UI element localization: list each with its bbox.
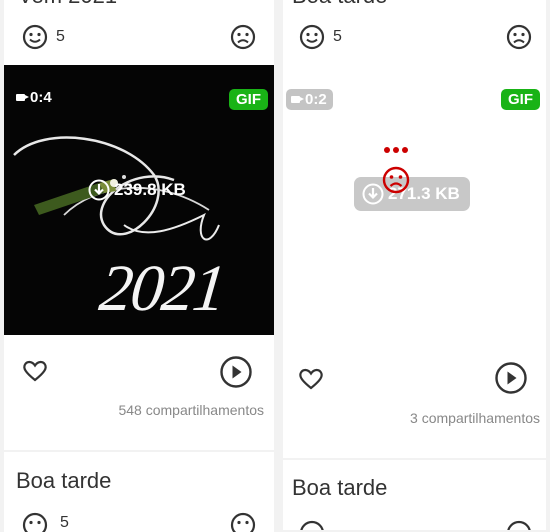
image-year-text: 2021 — [96, 252, 228, 325]
video-camera-icon — [16, 94, 29, 101]
smile-icon[interactable] — [299, 520, 325, 530]
sad-icon[interactable] — [506, 24, 532, 50]
smile-reaction-button[interactable]: 5 — [22, 24, 65, 50]
share-count: 548 compartilhamentos — [118, 402, 264, 418]
smile-icon — [299, 24, 325, 50]
share-count: 3 compartilhamentos — [410, 410, 540, 426]
video-camera-icon — [291, 96, 304, 103]
smile-icon[interactable] — [22, 512, 48, 532]
post-card: Boa tarde 5 0:2 GIF 271.3 KB — [283, 0, 546, 458]
download-button[interactable]: 271.3 KB — [354, 177, 470, 211]
gif-badge: GIF — [501, 89, 540, 110]
heart-icon[interactable] — [298, 367, 324, 391]
post-media-gif[interactable]: 2021 0:4 GIF 239.8 KB — [4, 65, 274, 335]
post-title: Boa tarde — [292, 0, 387, 9]
reaction-count: 5 — [333, 28, 342, 45]
download-button[interactable]: 239.8 KB — [88, 179, 186, 201]
video-duration: 0:4 — [30, 89, 52, 106]
post-media-gif[interactable]: 0:2 GIF 271.3 KB — [283, 65, 546, 335]
reaction-count: 5 — [60, 514, 69, 531]
smile-reaction-button[interactable]: 5 — [299, 24, 342, 50]
post-title: Vem 2021 — [18, 0, 117, 9]
sad-loading-icon — [382, 166, 410, 194]
play-icon[interactable] — [219, 355, 253, 389]
play-icon[interactable] — [494, 361, 528, 395]
video-duration: 0:2 — [305, 91, 327, 108]
post-title: Boa tarde — [16, 468, 112, 493]
post-card: Vem 2021 5 2021 0:4 GIF — [4, 0, 274, 450]
video-duration-badge: 0:2 — [286, 89, 333, 110]
post-title: Boa tarde — [292, 475, 388, 500]
file-size: 239.8 KB — [114, 180, 186, 199]
loading-indicator — [381, 147, 411, 207]
sad-icon[interactable] — [506, 520, 532, 530]
post-card: Boa tarde 5 — [4, 452, 274, 532]
loading-dots-icon — [381, 147, 411, 153]
gif-badge: GIF — [229, 89, 268, 110]
sad-icon[interactable] — [230, 512, 256, 532]
smile-icon — [22, 24, 48, 50]
download-icon — [88, 179, 110, 201]
video-duration-badge: 0:4 — [16, 89, 52, 106]
heart-icon[interactable] — [22, 359, 48, 383]
sad-icon[interactable] — [230, 24, 256, 50]
reaction-count: 5 — [56, 28, 65, 45]
